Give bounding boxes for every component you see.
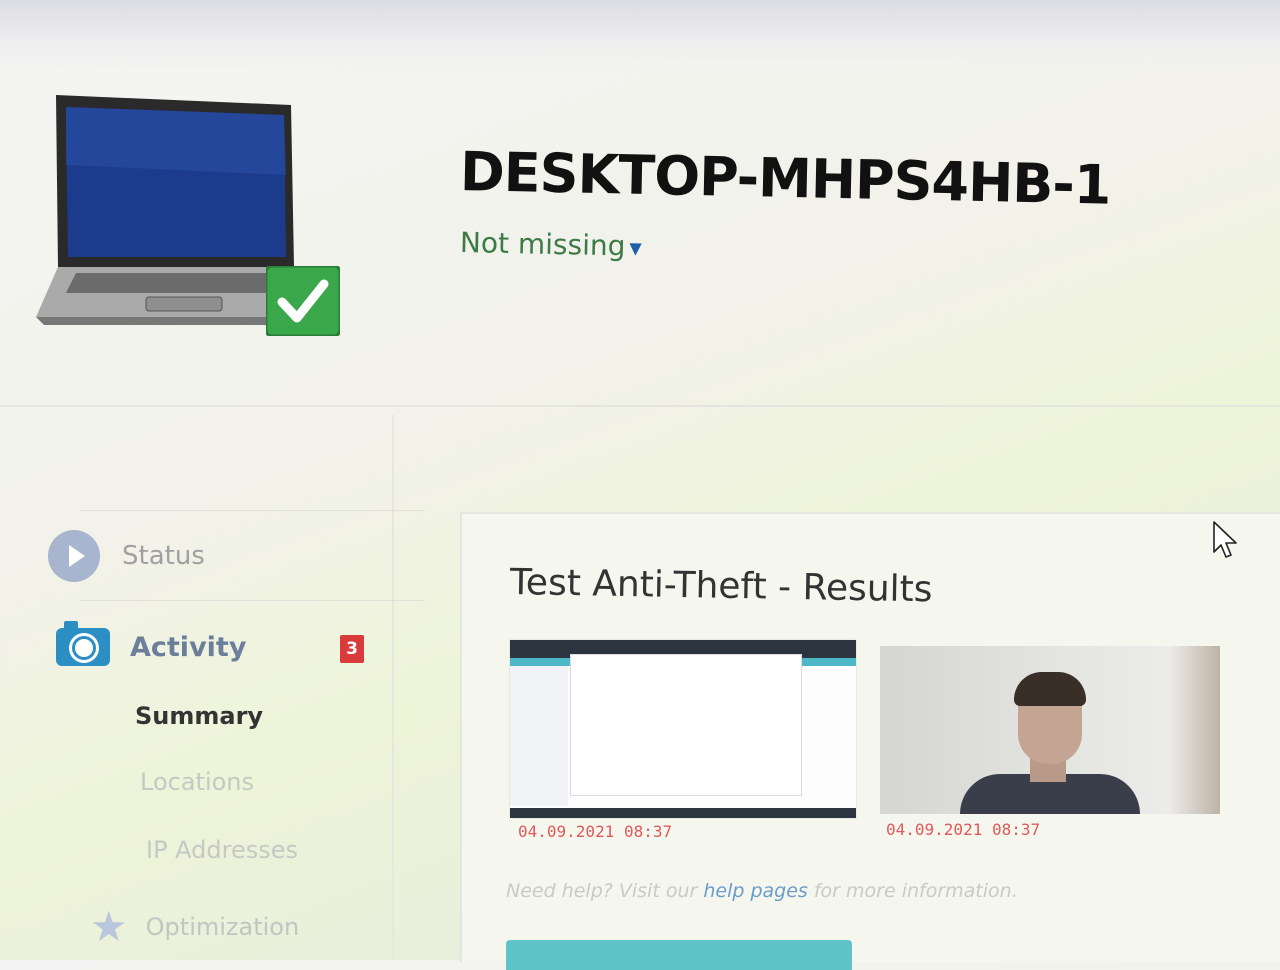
screenshot-timestamp: 04.09.2021 08:37 bbox=[518, 822, 673, 841]
help-text-prefix: Need help? Visit our bbox=[506, 880, 704, 902]
sidebar-item-label: Activity bbox=[130, 631, 247, 663]
caret-down-icon: ▼ bbox=[629, 238, 642, 258]
panel-action-button[interactable] bbox=[506, 940, 852, 970]
camera-icon bbox=[56, 621, 110, 666]
thumb-sidebar bbox=[510, 666, 568, 806]
device-status-label: Not missing bbox=[459, 226, 626, 263]
photo-person-hair bbox=[1014, 672, 1086, 706]
sidebar-item-label: Optimization bbox=[145, 912, 300, 941]
screenshot-thumbnail[interactable] bbox=[510, 640, 856, 818]
star-icon: ★ bbox=[90, 902, 128, 951]
help-text: Need help? Visit our help pages for more… bbox=[506, 880, 1018, 902]
sidebar-subitem-locations[interactable]: Locations bbox=[140, 768, 254, 796]
sidebar-separator bbox=[392, 415, 394, 960]
sidebar-item-label: Status bbox=[122, 541, 205, 571]
sidebar-subitem-summary[interactable]: Summary bbox=[135, 702, 263, 730]
device-status-dropdown[interactable]: Not missing ▼ bbox=[460, 226, 642, 263]
sidebar-divider bbox=[80, 510, 425, 511]
camera-timestamp: 04.09.2021 08:37 bbox=[886, 820, 1041, 839]
mouse-pointer-icon bbox=[1213, 521, 1237, 558]
panel-title: Test Anti-Theft - Results bbox=[509, 562, 933, 611]
thumb-window bbox=[570, 654, 802, 796]
thumb-taskbar bbox=[510, 808, 856, 818]
sidebar: Status Activity 3 Summary Locations IP A… bbox=[40, 510, 425, 960]
check-icon bbox=[266, 266, 340, 336]
header-divider bbox=[0, 405, 1280, 407]
results-panel: Test Anti-Theft - Results 04.09.2021 08:… bbox=[460, 512, 1280, 970]
sidebar-item-status[interactable]: Status bbox=[48, 530, 205, 582]
sidebar-divider bbox=[80, 600, 425, 601]
activity-count-badge: 3 bbox=[340, 635, 364, 663]
help-text-suffix: for more information. bbox=[807, 880, 1018, 902]
play-icon bbox=[48, 530, 100, 582]
sidebar-subitem-ip-addresses[interactable]: IP Addresses bbox=[146, 836, 298, 864]
help-pages-link[interactable]: help pages bbox=[703, 880, 807, 902]
sidebar-item-optimization[interactable]: ★ Optimization bbox=[90, 902, 299, 951]
sidebar-item-activity[interactable]: Activity bbox=[56, 621, 247, 666]
camera-photo-thumbnail[interactable] bbox=[880, 646, 1220, 814]
